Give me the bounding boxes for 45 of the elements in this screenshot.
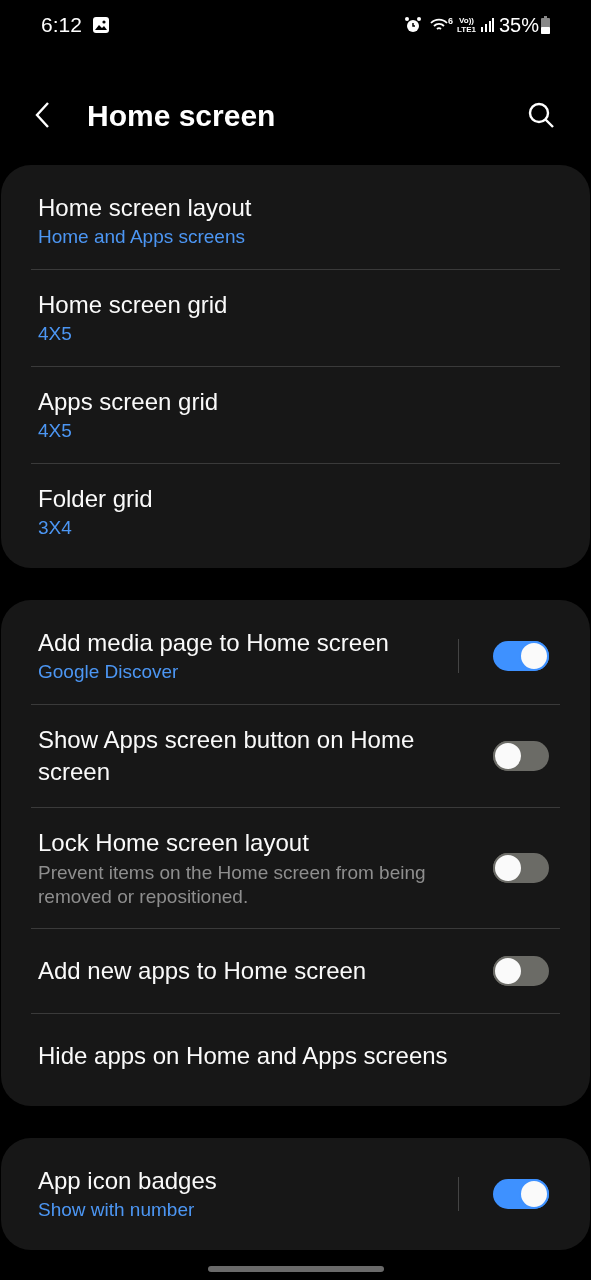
toggle-switch[interactable] — [493, 956, 549, 986]
setting-row[interactable]: App icon badges Show with number — [31, 1146, 448, 1242]
setting-title: App icon badges — [38, 1166, 218, 1196]
toggle-switch[interactable] — [493, 641, 549, 671]
setting-title: Folder grid — [38, 484, 154, 514]
page-title: Home screen — [87, 97, 277, 134]
setting-summary: 4X5 — [38, 322, 73, 346]
setting-row[interactable]: Lock Home screen layout Prevent items on the Home screen from being removed or repositioned. — [31, 808, 479, 928]
setting-summary: 4X5 — [38, 419, 73, 443]
toggle-switch[interactable] — [493, 1179, 549, 1209]
wifi-band-label: 6 — [448, 17, 453, 26]
setting-row[interactable]: Apps screen grid 4X5 — [31, 367, 560, 463]
toggle-switch[interactable] — [493, 741, 549, 771]
setting-row[interactable]: Folder grid 3X4 — [31, 464, 560, 560]
setting-summary: 3X4 — [38, 516, 73, 540]
toggle-switch[interactable] — [493, 853, 549, 883]
setting-row[interactable]: Show Apps screen button on Home screen — [31, 705, 479, 807]
signal-icon — [479, 18, 494, 32]
setting-row[interactable]: Home screen layout Home and Apps screens — [31, 173, 560, 269]
back-icon — [34, 101, 50, 129]
setting-title: Show Apps screen button on Home screen — [38, 725, 416, 787]
setting-summary: Home and Apps screens — [38, 225, 246, 249]
battery-icon — [541, 16, 550, 34]
battery-percent: 35% — [498, 13, 539, 38]
clock: 6:12 — [41, 12, 82, 39]
setting-title: Lock Home screen layout — [38, 828, 310, 858]
lte-label: LTE1 — [457, 25, 476, 34]
alarm-icon — [404, 16, 422, 34]
setting-row[interactable]: Add new apps to Home screen — [31, 929, 479, 1013]
setting-row[interactable]: Home screen grid 4X5 — [31, 270, 560, 366]
setting-title: Add new apps to Home screen — [38, 956, 368, 986]
setting-title: Add media page to Home screen — [38, 628, 390, 658]
setting-row[interactable]: Add media page to Home screen Google Discover — [31, 608, 448, 704]
setting-title: Home screen grid — [38, 290, 229, 320]
setting-description: Prevent items on the Home screen from being removed or repositioned. — [38, 861, 427, 909]
setting-summary: Google Discover — [38, 660, 180, 684]
search-icon — [527, 101, 555, 129]
wifi-icon — [430, 17, 448, 33]
image-icon — [91, 16, 110, 34]
setting-row[interactable]: Hide apps on Home and Apps screens — [31, 1014, 560, 1098]
setting-title: Home screen layout — [38, 193, 253, 223]
setting-title: Hide apps on Home and Apps screens — [38, 1041, 449, 1071]
volte-label: Vo)) — [459, 16, 474, 25]
setting-title: Apps screen grid — [38, 387, 220, 417]
setting-summary: Show with number — [38, 1198, 196, 1222]
